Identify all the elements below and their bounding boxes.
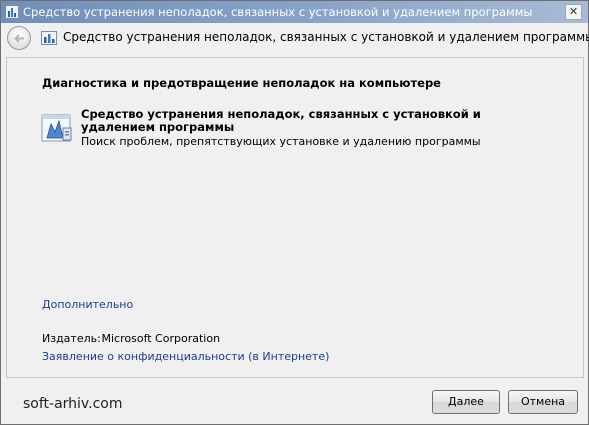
troubleshooter-icon xyxy=(5,5,19,19)
back-button[interactable] xyxy=(7,26,31,50)
back-arrow-icon xyxy=(14,34,24,43)
wizard-header: Средство устранения неполадок, связанных… xyxy=(1,23,589,53)
close-button[interactable]: ✕ xyxy=(565,4,582,20)
program-install-troubleshooter-icon xyxy=(41,114,72,142)
privacy-statement-link[interactable]: Заявление о конфиденциальности (в Интерн… xyxy=(42,350,329,363)
troubleshooter-icon xyxy=(41,31,57,45)
window-title: Средство устранения неполадок, связанных… xyxy=(23,5,533,19)
publisher-label: Издатель: xyxy=(42,332,101,345)
wizard-footer: soft-arhiv.com Далее Отмена xyxy=(1,381,588,424)
next-button[interactable]: Далее xyxy=(432,390,500,414)
troubleshooter-window: Средство устранения неполадок, связанных… xyxy=(0,0,589,425)
troubleshooter-description: Поиск проблем, препятствующих установке … xyxy=(81,135,481,148)
content-panel: Диагностика и предотвращение неполадок н… xyxy=(6,57,584,378)
close-icon: ✕ xyxy=(568,5,579,18)
advanced-link[interactable]: Дополнительно xyxy=(42,298,133,311)
page-title: Средство устранения неполадок, связанных… xyxy=(63,30,589,44)
troubleshooter-list-item[interactable]: Средство устранения неполадок, связанных… xyxy=(41,108,561,152)
publisher-row: Издатель: Microsoft Corporation xyxy=(42,332,220,345)
section-heading: Диагностика и предотвращение неполадок н… xyxy=(42,76,441,90)
title-bar: Средство устранения неполадок, связанных… xyxy=(1,1,588,23)
cancel-button[interactable]: Отмена xyxy=(508,390,578,414)
troubleshooter-name: Средство устранения неполадок, связанных… xyxy=(81,107,481,134)
watermark: soft-arhiv.com xyxy=(23,396,123,412)
publisher-value: Microsoft Corporation xyxy=(101,332,221,345)
